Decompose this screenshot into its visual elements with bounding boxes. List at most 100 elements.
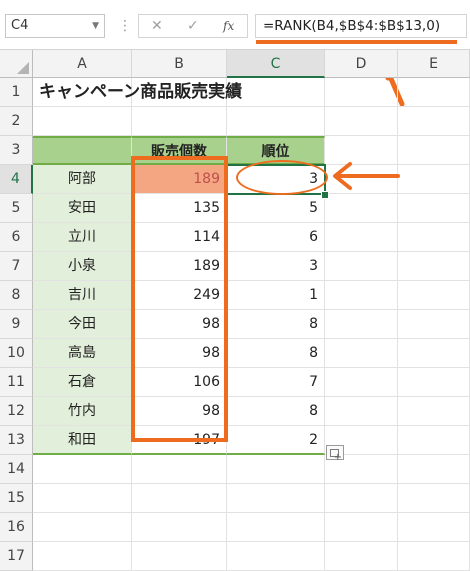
rank-cell[interactable]: 3 xyxy=(227,252,325,281)
rank-cell[interactable]: 1 xyxy=(227,281,325,310)
row-header-14[interactable]: 14 xyxy=(0,455,33,484)
name-cell[interactable]: 安田 xyxy=(33,194,132,223)
name-box[interactable]: C4 ▼ xyxy=(5,14,105,38)
row-header-17[interactable]: 17 xyxy=(0,542,33,571)
row-header-2[interactable]: 2 xyxy=(0,107,33,136)
grid-cell[interactable] xyxy=(33,455,132,484)
grid-cell[interactable] xyxy=(398,281,470,310)
grid-cell[interactable] xyxy=(132,513,227,542)
grid-cell[interactable] xyxy=(227,107,325,136)
rank-cell[interactable]: 2 xyxy=(227,426,325,455)
grid-cell[interactable] xyxy=(398,78,470,107)
grid-cell[interactable] xyxy=(398,397,470,426)
column-header-b[interactable]: B xyxy=(132,50,227,78)
grid-cell[interactable] xyxy=(398,310,470,339)
row-header-1[interactable]: 1 xyxy=(0,78,33,107)
rank-cell[interactable]: 8 xyxy=(227,310,325,339)
rank-cell[interactable]: 6 xyxy=(227,223,325,252)
name-cell[interactable]: 小泉 xyxy=(33,252,132,281)
name-cell[interactable]: 石倉 xyxy=(33,368,132,397)
name-cell[interactable]: 高島 xyxy=(33,339,132,368)
grid-cell[interactable] xyxy=(325,397,398,426)
grid-cell[interactable] xyxy=(325,252,398,281)
row-header-11[interactable]: 11 xyxy=(0,368,33,397)
grid-cell[interactable] xyxy=(132,107,227,136)
header-cell-a[interactable] xyxy=(33,136,132,165)
name-cell[interactable]: 竹内 xyxy=(33,397,132,426)
formula-underline xyxy=(256,40,457,44)
row-header-7[interactable]: 7 xyxy=(0,252,33,281)
chevron-down-icon[interactable]: ▼ xyxy=(92,15,99,37)
grid-cell[interactable] xyxy=(227,513,325,542)
rank-cell[interactable]: 7 xyxy=(227,368,325,397)
row-header-13[interactable]: 13 xyxy=(0,426,33,455)
row-header-12[interactable]: 12 xyxy=(0,397,33,426)
select-all-corner[interactable] xyxy=(0,50,33,78)
grid-cell[interactable] xyxy=(398,455,470,484)
grid-cell[interactable] xyxy=(325,223,398,252)
name-cell[interactable]: 吉川 xyxy=(33,281,132,310)
fill-handle[interactable] xyxy=(321,191,329,199)
grid-cell[interactable] xyxy=(33,542,132,571)
grid-cell[interactable] xyxy=(227,484,325,513)
grid-cell[interactable] xyxy=(398,339,470,368)
formula-input[interactable]: =RANK(B4,$B$4:$B$13,0) xyxy=(255,14,467,38)
grid-cell[interactable] xyxy=(398,513,470,542)
grid-cell[interactable] xyxy=(398,136,470,165)
grid-cell[interactable] xyxy=(398,165,470,194)
grid-cell[interactable] xyxy=(398,107,470,136)
rank-cell[interactable]: 5 xyxy=(227,194,325,223)
grid-cell[interactable] xyxy=(325,107,398,136)
paste-options-icon[interactable] xyxy=(326,445,344,463)
grid-cell[interactable] xyxy=(398,252,470,281)
column-header-d[interactable]: D xyxy=(325,50,398,78)
row-header-6[interactable]: 6 xyxy=(0,223,33,252)
formula-buttons: ✕ ✓ fx xyxy=(138,14,248,38)
name-cell[interactable]: 阿部 xyxy=(33,165,132,194)
grid-cell[interactable] xyxy=(398,223,470,252)
insert-function-icon[interactable]: fx xyxy=(223,19,234,33)
grid-cell[interactable] xyxy=(325,78,398,107)
enter-icon[interactable]: ✓ xyxy=(187,18,199,34)
row-header-8[interactable]: 8 xyxy=(0,281,33,310)
grid-cell[interactable] xyxy=(325,281,398,310)
grid-cell[interactable] xyxy=(132,484,227,513)
grid-cell[interactable] xyxy=(132,455,227,484)
grid-cell[interactable] xyxy=(227,542,325,571)
rank-cell[interactable]: 8 xyxy=(227,339,325,368)
grid-cell[interactable] xyxy=(398,368,470,397)
name-cell[interactable]: 立川 xyxy=(33,223,132,252)
grid-cell[interactable] xyxy=(325,194,398,223)
row-header-4[interactable]: 4 xyxy=(0,165,33,194)
name-cell[interactable]: 和田 xyxy=(33,426,132,455)
grid-cell[interactable] xyxy=(132,542,227,571)
grid-cell[interactable] xyxy=(227,455,325,484)
column-header-c[interactable]: C xyxy=(227,50,325,78)
grid-cell[interactable] xyxy=(325,513,398,542)
column-header-a[interactable]: A xyxy=(33,50,132,78)
grid-cell[interactable] xyxy=(33,513,132,542)
row-header-3[interactable]: 3 xyxy=(0,136,33,165)
row-header-10[interactable]: 10 xyxy=(0,339,33,368)
grid-cell[interactable] xyxy=(398,426,470,455)
row-header-16[interactable]: 16 xyxy=(0,513,33,542)
row-header-9[interactable]: 9 xyxy=(0,310,33,339)
grid-cell[interactable] xyxy=(325,310,398,339)
name-cell[interactable]: 今田 xyxy=(33,310,132,339)
column-header-e[interactable]: E xyxy=(398,50,470,78)
grid-cell[interactable] xyxy=(325,542,398,571)
row-header-5[interactable]: 5 xyxy=(0,194,33,223)
grid-cell[interactable] xyxy=(325,368,398,397)
grid-cell[interactable] xyxy=(325,339,398,368)
row-header-15[interactable]: 15 xyxy=(0,484,33,513)
sheet-title[interactable]: キャンペーン商品販売実績 xyxy=(33,78,325,107)
rank-cell[interactable]: 8 xyxy=(227,397,325,426)
grid-cell[interactable] xyxy=(325,484,398,513)
grid-cell[interactable] xyxy=(33,107,132,136)
grid-cell[interactable] xyxy=(33,484,132,513)
grid-cell[interactable] xyxy=(398,194,470,223)
cancel-icon[interactable]: ✕ xyxy=(151,18,163,34)
grid-cell[interactable] xyxy=(398,484,470,513)
result-ellipse xyxy=(236,160,328,195)
grid-cell[interactable] xyxy=(398,542,470,571)
